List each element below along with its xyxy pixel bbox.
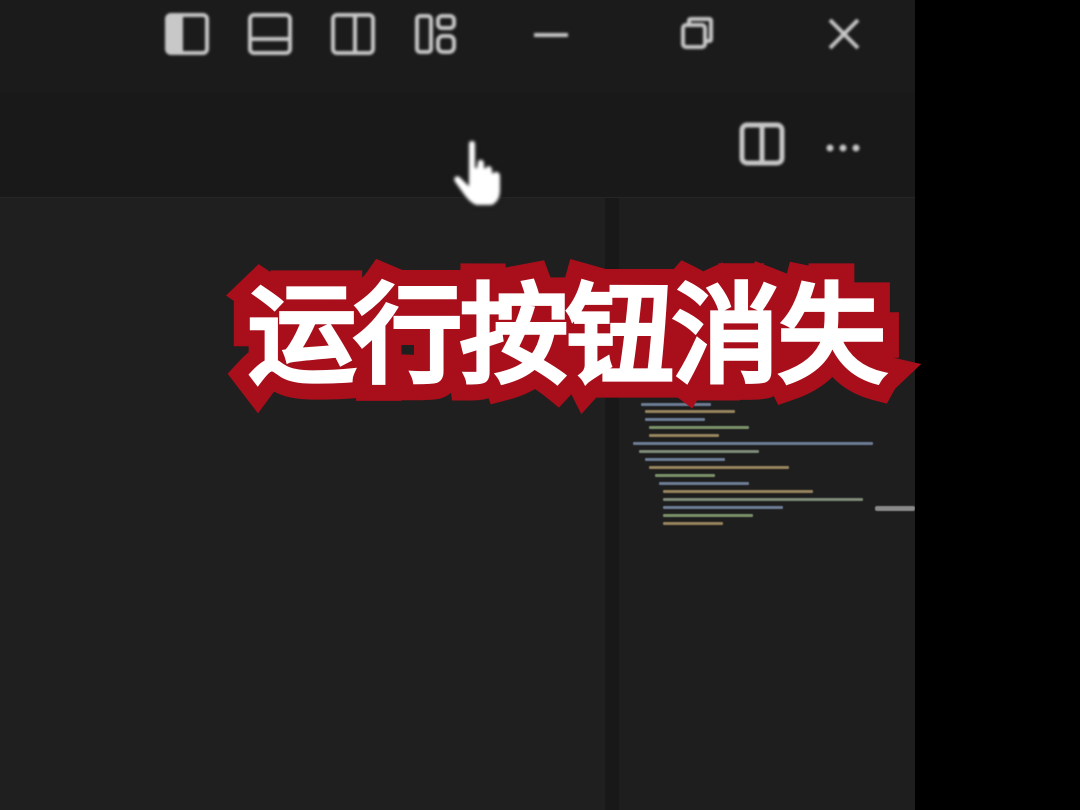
restore-icon[interactable] <box>671 8 723 60</box>
minimap-line <box>633 442 873 445</box>
minimap-line <box>663 514 753 517</box>
minimap-line <box>659 482 749 485</box>
more-actions-icon[interactable] <box>817 118 869 170</box>
minimap-line <box>645 410 735 413</box>
minimap-line <box>663 506 783 509</box>
minimap-line <box>663 490 813 493</box>
minimap-line <box>645 418 705 421</box>
minimap-line <box>649 466 789 469</box>
minimize-icon[interactable] <box>525 8 577 60</box>
vscode-window <box>0 0 915 810</box>
close-icon[interactable] <box>818 8 870 60</box>
caption-text: 运行按钮消失 <box>247 273 887 400</box>
minimap-line <box>649 434 719 437</box>
minimap-line <box>663 498 863 501</box>
customize-layout-icon[interactable] <box>410 8 462 60</box>
minimap-line <box>645 458 725 461</box>
minimap-line <box>639 450 759 453</box>
minimap-line <box>663 522 723 525</box>
toggle-panel-icon[interactable] <box>244 8 296 60</box>
hand-pointer-cursor-icon <box>450 138 510 210</box>
toggle-primary-sidebar-icon[interactable] <box>161 8 213 60</box>
minimap-line <box>655 474 715 477</box>
minimap-line <box>649 426 749 429</box>
title-bar <box>0 0 915 92</box>
split-editor-icon[interactable] <box>736 118 788 170</box>
toggle-secondary-sidebar-icon[interactable] <box>327 8 379 60</box>
minimap-scroll-slider[interactable] <box>875 506 915 511</box>
